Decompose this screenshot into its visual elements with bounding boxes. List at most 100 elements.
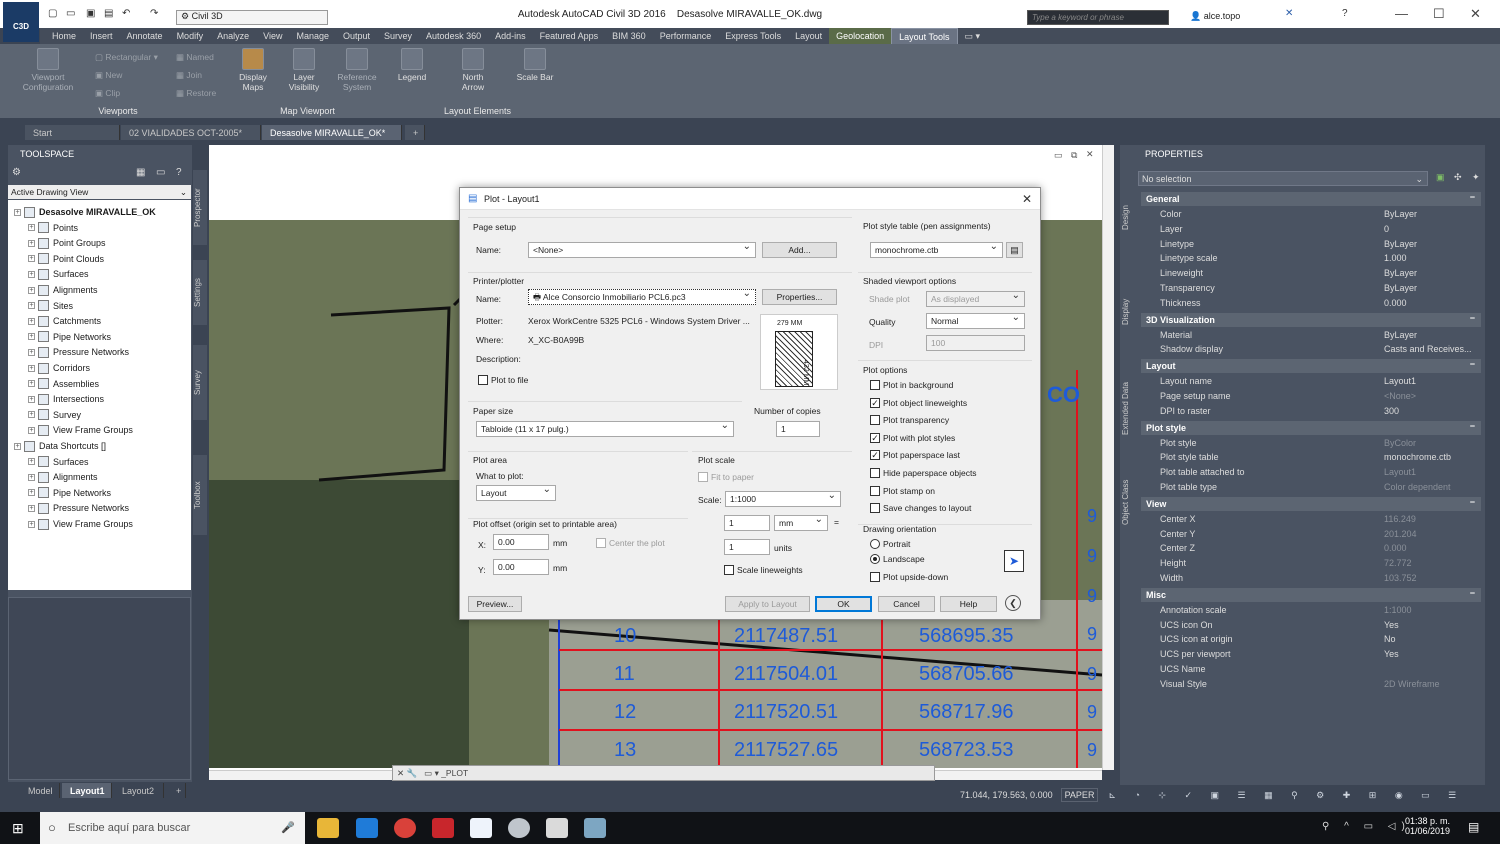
- printer-name-select[interactable]: 🖶 Alce Consorcio Inmobiliario PCL6.pc3: [528, 289, 756, 305]
- tree-item[interactable]: + Surfaces: [28, 267, 89, 281]
- shade-plot-select[interactable]: As displayed: [926, 291, 1025, 307]
- property-row[interactable]: UCS Name: [1141, 662, 1481, 677]
- tab-geolocation[interactable]: Geolocation: [829, 28, 892, 44]
- legend-button[interactable]: Legend: [392, 48, 432, 82]
- tree-item[interactable]: + Points: [28, 221, 78, 235]
- preview-button[interactable]: Preview...: [468, 596, 522, 612]
- collapse-icon[interactable]: −: [1470, 359, 1475, 369]
- property-row[interactable]: Center Y 201.204: [1141, 527, 1481, 542]
- tree-shortcut-item[interactable]: + Pipe Networks: [28, 486, 111, 500]
- offset-y-input[interactable]: 0.00: [493, 559, 549, 575]
- expand-icon[interactable]: +: [28, 364, 35, 372]
- tree-item[interactable]: + Point Clouds: [28, 252, 104, 266]
- toolspace-list-icon[interactable]: ▭: [156, 167, 165, 178]
- autocad-icon[interactable]: [432, 818, 454, 838]
- expand-icon[interactable]: +: [28, 255, 35, 263]
- tree-item[interactable]: + Intersections: [28, 392, 104, 406]
- scale-paper-input[interactable]: 1: [724, 515, 770, 531]
- collapse-icon[interactable]: −: [1470, 313, 1475, 323]
- open-icon[interactable]: ▭: [66, 8, 75, 19]
- scale-unit-select[interactable]: mm: [774, 515, 828, 531]
- plot-to-file-checkbox[interactable]: Plot to file: [478, 375, 528, 385]
- property-row[interactable]: Height 72.772: [1141, 556, 1481, 571]
- toggle-pickadd-icon[interactable]: ▣: [1436, 172, 1445, 183]
- app-logo[interactable]: C3D: [3, 2, 39, 42]
- tab-add-ins[interactable]: Add-ins: [488, 28, 533, 44]
- maximize-button[interactable]: ☐: [1433, 6, 1445, 22]
- tree-item[interactable]: + Pipe Networks: [28, 330, 111, 344]
- search-input[interactable]: Type a keyword or phrase: [1027, 10, 1169, 25]
- property-row[interactable]: Layer 0: [1141, 222, 1481, 237]
- expand-icon[interactable]: +: [28, 224, 35, 232]
- expand-icon[interactable]: +: [28, 395, 35, 403]
- portrait-radio[interactable]: Portrait: [870, 539, 910, 549]
- tab-analyze[interactable]: Analyze: [210, 28, 256, 44]
- windows-start-icon[interactable]: ⊞: [12, 820, 24, 837]
- expand-icon[interactable]: +: [28, 270, 35, 278]
- status-tools-icon[interactable]: ⊾ ◔ ⊹ ✓ ▣ ☰ ▦ ⚲ ⚙ ✚ ⊞ ◉ ▭ ☰: [1108, 790, 1464, 801]
- cancel-button[interactable]: Cancel: [878, 596, 935, 612]
- tree-shortcut-item[interactable]: + View Frame Groups: [28, 517, 133, 531]
- plot-option-checkbox[interactable]: Hide paperspace objects: [870, 468, 977, 478]
- plot-option-checkbox[interactable]: ✓ Plot with plot styles: [870, 432, 955, 443]
- property-row[interactable]: DPI to raster 300: [1141, 404, 1481, 419]
- restore-button[interactable]: ▦ Restore: [176, 88, 216, 99]
- tab-output[interactable]: Output: [336, 28, 377, 44]
- copies-input[interactable]: 1: [776, 421, 820, 437]
- tree-item[interactable]: + Pressure Networks: [28, 345, 129, 359]
- command-close-icon[interactable]: ✕: [397, 768, 404, 778]
- property-row[interactable]: Material ByLayer: [1141, 328, 1481, 343]
- layer-visibility-button[interactable]: Layer Visibility: [284, 48, 324, 92]
- dialog-title-bar[interactable]: ▤ Plot - Layout1 ✕: [460, 188, 1040, 210]
- tree-shortcut-item[interactable]: + Alignments: [28, 470, 98, 484]
- printer-properties-button[interactable]: Properties...: [762, 289, 837, 305]
- scale-lineweights-checkbox[interactable]: Scale lineweights: [724, 565, 803, 575]
- property-row[interactable]: Center Z 0.000: [1141, 541, 1481, 556]
- expand-icon[interactable]: +: [14, 442, 21, 450]
- doc-tab-miravalle[interactable]: Desasolve MIRAVALLE_OK*: [262, 125, 402, 140]
- plot-option-checkbox[interactable]: Save changes to layout: [870, 503, 971, 514]
- dialog-close-icon[interactable]: ✕: [1022, 192, 1032, 206]
- tree-data-shortcuts[interactable]: + Data Shortcuts []: [14, 439, 106, 453]
- undo-icon[interactable]: ↶: [122, 8, 130, 19]
- tree-item[interactable]: + Assemblies: [28, 377, 99, 391]
- quick-select-icon[interactable]: ✦: [1472, 172, 1480, 183]
- tab-prospector[interactable]: Prospector: [193, 170, 207, 245]
- taskbar-notifications-icon[interactable]: ▤: [1468, 820, 1479, 834]
- help-icon[interactable]: ?: [1342, 8, 1348, 19]
- property-row[interactable]: Width 103.752: [1141, 571, 1481, 586]
- offset-x-input[interactable]: 0.00: [493, 534, 549, 550]
- tab-survey[interactable]: Survey: [377, 28, 419, 44]
- tab-model[interactable]: Model: [20, 783, 60, 798]
- workspace-select[interactable]: ⚙ Civil 3D: [176, 10, 328, 25]
- collapse-icon[interactable]: −: [1470, 497, 1475, 507]
- expand-icon[interactable]: +: [28, 489, 35, 497]
- plot-style-table-select[interactable]: monochrome.ctb: [870, 242, 1003, 258]
- add-layout-button[interactable]: +: [168, 783, 186, 798]
- plot-option-checkbox[interactable]: Plot in background: [870, 380, 953, 390]
- scale-drawing-input[interactable]: 1: [724, 539, 770, 555]
- property-row[interactable]: UCS icon On Yes: [1141, 618, 1481, 633]
- reference-system-button[interactable]: Reference System: [334, 48, 380, 92]
- space-toggle[interactable]: PAPER: [1060, 788, 1099, 802]
- help-button[interactable]: Help: [940, 596, 997, 612]
- tab-autodesk-360[interactable]: Autodesk 360: [419, 28, 488, 44]
- tray-icons[interactable]: ⚲ ^ ▭ ◁): [1322, 821, 1411, 832]
- property-row[interactable]: UCS icon at origin No: [1141, 632, 1481, 647]
- expand-icon[interactable]: +: [28, 317, 35, 325]
- tree-item[interactable]: + View Frame Groups: [28, 423, 133, 437]
- expand-icon[interactable]: +: [28, 286, 35, 294]
- named-button[interactable]: ▦ Named: [176, 52, 214, 63]
- property-row[interactable]: Plot table attached to Layout1: [1141, 465, 1481, 480]
- center-plot-checkbox[interactable]: Center the plot: [596, 538, 665, 548]
- command-settings-icon[interactable]: 🔧: [407, 768, 418, 778]
- collapse-icon[interactable]: −: [1470, 192, 1475, 202]
- tab-layout-tools[interactable]: Layout Tools: [891, 28, 958, 44]
- tab-express-tools[interactable]: Express Tools: [718, 28, 788, 44]
- edit-style-table-button[interactable]: ▤: [1006, 242, 1023, 258]
- coordinates-readout[interactable]: 71.044, 179.563, 0.000: [960, 790, 1053, 800]
- toolspace-settings-icon[interactable]: ⚙: [12, 167, 21, 178]
- doc-tab-vialidades[interactable]: 02 VIALIDADES OCT-2005*: [121, 125, 261, 140]
- property-row[interactable]: UCS per viewport Yes: [1141, 647, 1481, 662]
- tab-bim-360[interactable]: BIM 360: [605, 28, 653, 44]
